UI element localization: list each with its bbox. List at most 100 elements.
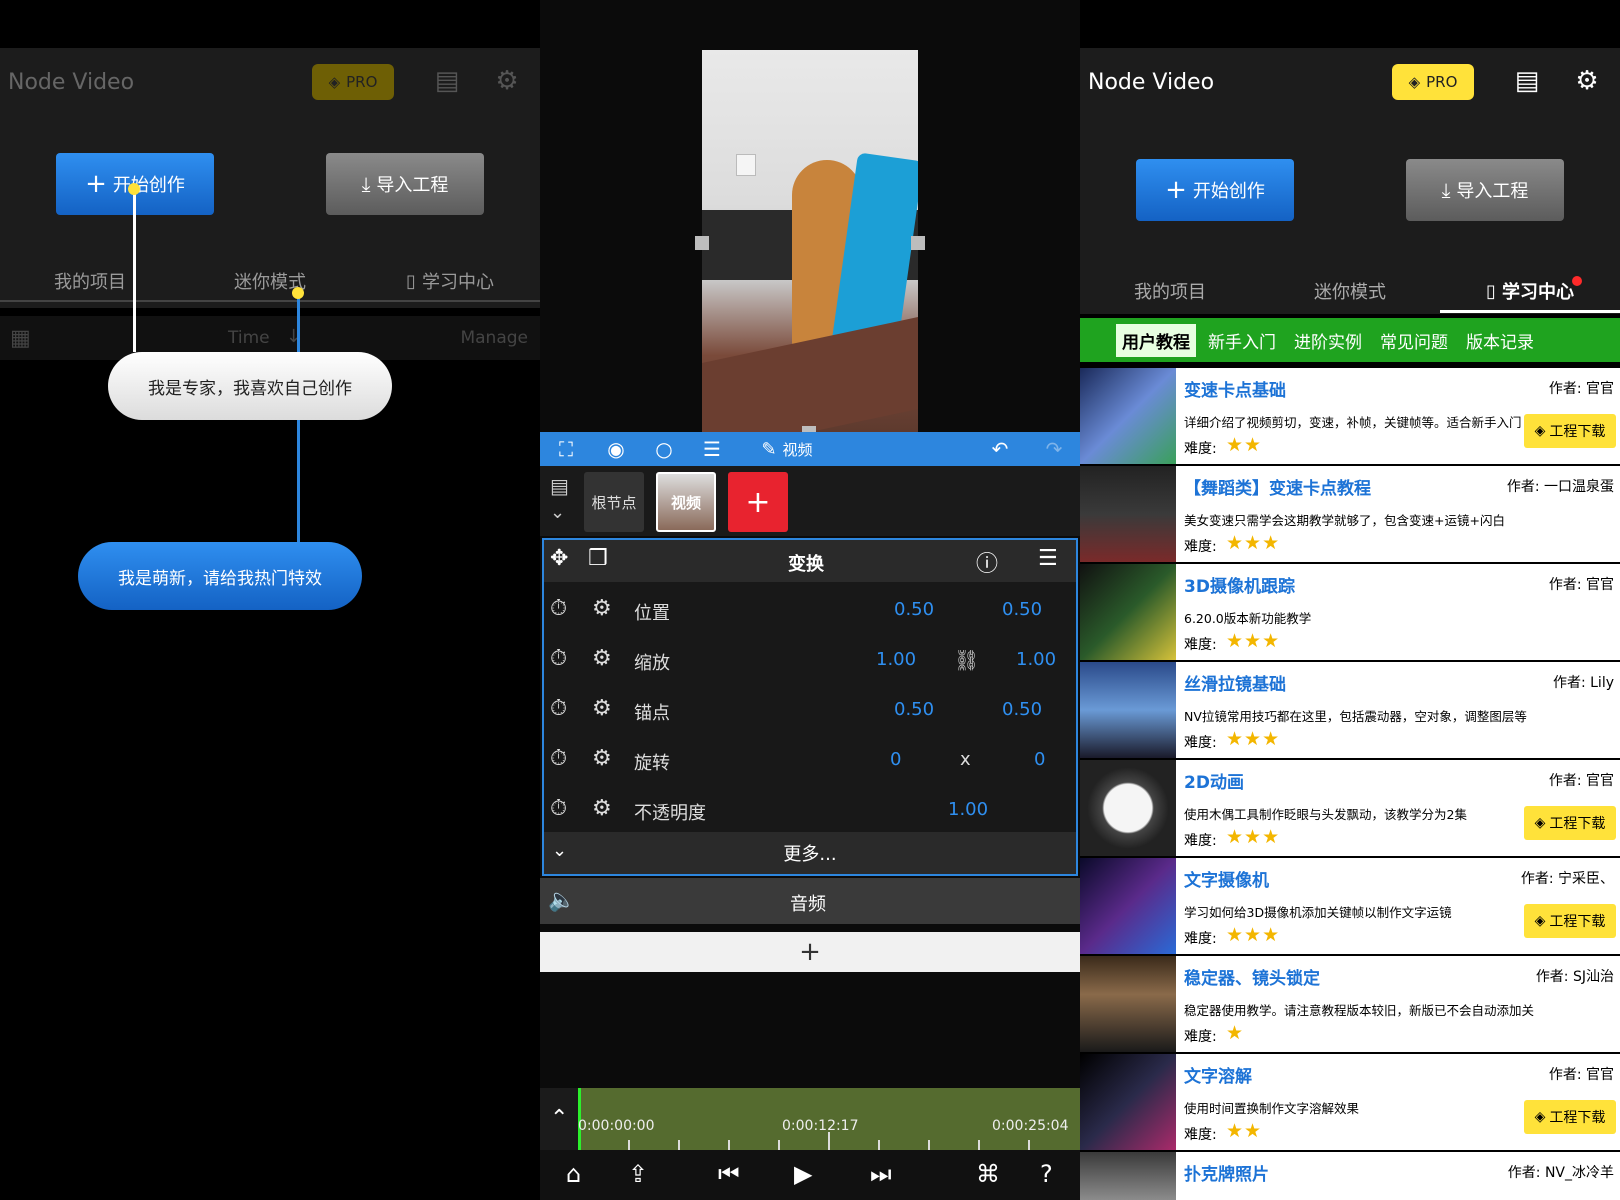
import-project-button[interactable]: ⤓ 导入工程 <box>326 153 484 215</box>
tutorial-card[interactable]: 变速卡点基础 作者: 官官 详细介绍了视频剪切，变速，补帧，关键帧等。适合新手入门难… <box>1080 368 1620 464</box>
category-advanced[interactable]: 进阶实例 <box>1288 324 1368 357</box>
tutorial-thumbnail[interactable] <box>1080 1152 1176 1200</box>
pro-button[interactable]: ◈ PRO <box>1392 64 1474 100</box>
stopwatch-icon[interactable]: ⏱ <box>550 746 567 771</box>
redo-icon[interactable]: ↷ <box>1034 432 1074 466</box>
audio-section[interactable]: 🔈 音频 <box>540 878 1080 924</box>
tutorial-thumbnail[interactable] <box>1080 368 1176 464</box>
bookmark-icon[interactable]: ⌘ <box>976 1160 1000 1188</box>
gear-icon[interactable]: ⚙ <box>1570 64 1604 98</box>
stopwatch-icon[interactable]: ⏱ <box>550 646 567 671</box>
project-download-button[interactable]: ◈ 工程下载 <box>1524 806 1616 840</box>
share-icon[interactable]: ⇪ <box>628 1160 648 1188</box>
gear-icon[interactable]: ⚙ <box>592 596 612 621</box>
tutorial-card[interactable]: 2D动画 作者: 官官 使用木偶工具制作眨眼与头发飘动，该教学分为2集 难度: ★★★ ◈… <box>1080 760 1620 856</box>
tutorial-thumbnail[interactable] <box>1080 956 1176 1052</box>
tutorial-title[interactable]: 3D摄像机跟踪 <box>1184 572 1295 597</box>
help-icon[interactable]: ? <box>1040 1160 1053 1188</box>
category-beginner[interactable]: 新手入门 <box>1202 324 1282 357</box>
tab-my-projects[interactable]: 我的项目 <box>1080 270 1260 312</box>
skip-back-icon[interactable]: ⏮ <box>718 1160 740 1188</box>
add-layer-button[interactable]: + <box>540 932 1080 972</box>
move-icon[interactable]: ✥ <box>550 546 568 571</box>
property-row-scale[interactable]: ⏱ ⚙ 缩放 1.00 ⛓ 1.00 <box>544 636 1076 686</box>
timeline-track[interactable]: 0:00:00:00 0:00:12:17 0:00:25:04 <box>578 1088 1080 1150</box>
tutorial-title[interactable]: 丝滑拉镜基础 <box>1184 670 1286 695</box>
circle-icon[interactable]: ○ <box>644 432 684 466</box>
help-icon[interactable]: ⓘ <box>976 546 998 578</box>
tutorial-card[interactable]: 扑克牌照片 作者: NV_冰冷羊 <box>1080 1152 1620 1200</box>
import-project-button[interactable]: ⤓ 导入工程 <box>1406 159 1564 221</box>
gear-icon[interactable]: ⚙ <box>592 646 612 671</box>
tutorial-title[interactable]: 2D动画 <box>1184 768 1244 793</box>
list-icon[interactable]: ▤ <box>550 474 569 498</box>
tab-learning-center[interactable]: ▯ 学习中心 <box>1440 270 1620 312</box>
resize-handle[interactable] <box>695 236 709 250</box>
tutorial-thumbnail[interactable] <box>1080 662 1176 758</box>
link-icon[interactable]: ⛓ <box>954 648 979 672</box>
tutorial-card[interactable]: 文字溶解 作者: 官官 使用时间置换制作文字溶解效果 难度: ★★ ◈ 工程下载 <box>1080 1054 1620 1150</box>
tutorial-title[interactable]: 【舞蹈类】变速卡点教程 <box>1184 474 1371 499</box>
root-node[interactable]: 根节点 <box>584 472 644 532</box>
sort-time-label[interactable]: Time <box>228 328 270 348</box>
tutorial-title[interactable]: 变速卡点基础 <box>1184 376 1286 401</box>
tutorial-thumbnail[interactable] <box>1080 858 1176 954</box>
stopwatch-icon[interactable]: ⏱ <box>550 596 567 621</box>
stopwatch-icon[interactable]: ⏱ <box>550 796 567 821</box>
tutorial-card[interactable]: 3D摄像机跟踪 作者: 官官 6.20.0版本新功能教学 难度: ★★★ <box>1080 564 1620 660</box>
document-icon[interactable]: ▤ <box>1510 64 1544 98</box>
grid-icon[interactable]: ▦ <box>10 326 31 351</box>
home-icon[interactable]: ⌂ <box>566 1160 581 1188</box>
tutorial-title[interactable]: 文字溶解 <box>1184 1062 1252 1087</box>
timeline[interactable]: ⌃ 0:00:00:00 0:00:12:17 0:00:25:04 <box>540 1088 1080 1150</box>
expert-mode-bubble[interactable]: 我是专家，我喜欢自己创作 <box>108 352 392 420</box>
category-user-tutorials[interactable]: 用户教程 <box>1116 323 1196 357</box>
video-preview[interactable] <box>702 50 918 432</box>
menu-icon[interactable]: ☰ <box>692 432 732 466</box>
project-download-button[interactable]: ◈ 工程下载 <box>1524 904 1616 938</box>
tutorial-title[interactable]: 文字摄像机 <box>1184 866 1269 891</box>
add-node-button[interactable]: + <box>728 472 788 532</box>
tutorial-card[interactable]: 文字摄像机 作者: 宁采臣、 学习如何给3D摄像机添加关键帧以制作文字运镜 难度: ★★… <box>1080 858 1620 954</box>
tutorial-card[interactable]: 丝滑拉镜基础 作者: Lily NV拉镜常用技巧都在这里，包括震动器，空对象，调整图… <box>1080 662 1620 758</box>
gear-icon[interactable]: ⚙ <box>490 64 524 98</box>
property-row-rotation[interactable]: ⏱ ⚙ 旋转 0 x 0 <box>544 736 1076 786</box>
document-icon[interactable]: ▤ <box>430 64 464 98</box>
pro-button[interactable]: ◈ PRO <box>312 64 394 100</box>
gear-icon[interactable]: ⚙ <box>592 796 612 821</box>
video-node[interactable]: 视频 <box>656 472 716 532</box>
property-row-position[interactable]: ⏱ ⚙ 位置 0.50 0.50 <box>544 586 1076 636</box>
more-properties-button[interactable]: ⌄ 更多... <box>544 832 1076 874</box>
tutorial-thumbnail[interactable] <box>1080 760 1176 856</box>
project-download-button[interactable]: ◈ 工程下载 <box>1524 1100 1616 1134</box>
category-changelog[interactable]: 版本记录 <box>1460 324 1540 357</box>
tutorial-card[interactable]: 【舞蹈类】变速卡点教程 作者: 一口温泉蛋 美女变速只需学会这期教学就够了，包含变速… <box>1080 466 1620 562</box>
cube-icon[interactable]: ❒ <box>588 546 608 571</box>
resize-handle[interactable] <box>911 236 925 250</box>
edit-video-button[interactable]: ✎ 视频 <box>742 432 832 466</box>
tutorial-title[interactable]: 稳定器、镜头锁定 <box>1184 964 1320 989</box>
tutorial-title[interactable]: 扑克牌照片 <box>1184 1160 1269 1185</box>
project-download-button[interactable]: ◈ 工程下载 <box>1524 414 1616 448</box>
node-tree-icon[interactable]: ⛶ <box>548 432 584 466</box>
tutorial-card[interactable]: 稳定器、镜头锁定 作者: SJ汕治 稳定器使用教学。请注意教程版本较旧，新版已不会自… <box>1080 956 1620 1052</box>
newbie-mode-bubble[interactable]: 我是萌新，请给我热门特效 <box>78 542 362 610</box>
skip-forward-icon[interactable]: ⏭ <box>870 1160 892 1188</box>
menu-icon[interactable]: ☰ <box>1038 546 1058 571</box>
manage-label[interactable]: Manage <box>460 328 528 348</box>
property-row-anchor[interactable]: ⏱ ⚙ 锚点 0.50 0.50 <box>544 686 1076 736</box>
tutorial-thumbnail[interactable] <box>1080 1054 1176 1150</box>
chevron-down-icon[interactable]: ⌄ <box>550 502 565 523</box>
tab-my-projects[interactable]: 我的项目 <box>0 260 180 302</box>
eye-icon[interactable]: ◉ <box>596 432 636 466</box>
property-row-opacity[interactable]: ⏱ ⚙ 不透明度 1.00 <box>544 786 1076 836</box>
tab-mini-mode[interactable]: 迷你模式 <box>180 260 360 302</box>
tab-learning-center[interactable]: ▯ 学习中心 <box>360 260 540 302</box>
tutorial-thumbnail[interactable] <box>1080 564 1176 660</box>
gear-icon[interactable]: ⚙ <box>592 696 612 721</box>
category-faq[interactable]: 常见问题 <box>1374 324 1454 357</box>
start-create-button[interactable]: + 开始创作 <box>1136 159 1294 221</box>
tutorial-thumbnail[interactable] <box>1080 466 1176 562</box>
play-icon[interactable]: ▶ <box>794 1160 812 1188</box>
tab-mini-mode[interactable]: 迷你模式 <box>1260 270 1440 312</box>
